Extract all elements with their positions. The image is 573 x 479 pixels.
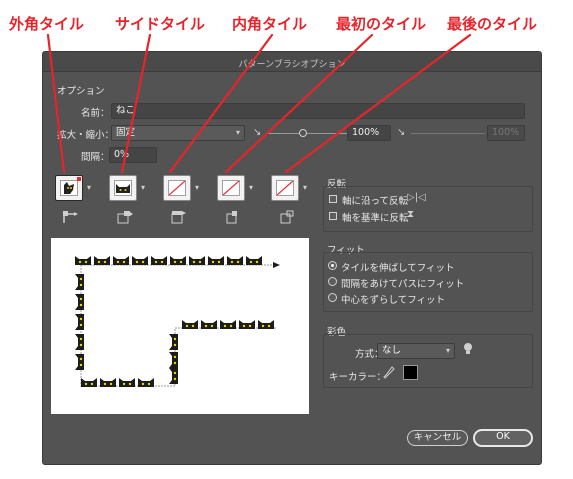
side-tile-swatch	[114, 180, 132, 196]
scale-mode-select[interactable]: 固定 ▾	[111, 125, 245, 141]
scale-slider-track[interactable]	[267, 133, 351, 134]
start-tile-icon	[226, 211, 237, 224]
side-tile-button[interactable]	[109, 175, 137, 201]
inner-corner-icon	[171, 211, 186, 224]
side-tile-dropdown[interactable]: ▾	[138, 175, 148, 201]
inner-corner-dropdown[interactable]: ▾	[192, 175, 202, 201]
cancel-button[interactable]: キャンセル	[407, 430, 468, 446]
none-slash-icon	[168, 180, 186, 196]
annotation-start-tile: 最初のタイル	[336, 15, 427, 33]
flip-along-checkbox[interactable]	[329, 195, 337, 203]
flip-along-icon: ▷|◁	[407, 192, 426, 203]
end-tile-icon	[280, 210, 294, 224]
outer-corner-tile-button[interactable]	[55, 175, 83, 201]
end-tile-dropdown[interactable]: ▾	[300, 175, 310, 201]
name-label: 名前：	[81, 108, 110, 119]
scale-max-percent-field: 100%	[487, 125, 525, 141]
flip-across-label: 軸を基準に反転	[342, 213, 409, 224]
start-tile-swatch	[222, 180, 240, 196]
scale-mode-value: 固定	[116, 127, 136, 138]
none-slash-icon	[276, 180, 294, 196]
options-header: オプション	[57, 86, 105, 97]
eyedropper-icon[interactable]	[383, 366, 395, 380]
fit-approximate-label: 中心をずらしてフィット	[341, 295, 446, 306]
method-value: なし	[382, 345, 402, 356]
fit-approximate-radio[interactable]	[328, 293, 337, 302]
end-tile-swatch	[276, 180, 294, 196]
scale-max-icon: ↘	[397, 127, 406, 138]
name-field[interactable]: ねこ	[111, 103, 525, 119]
chevron-down-icon: ▾	[235, 128, 240, 137]
start-tile-button[interactable]	[217, 175, 245, 201]
pattern-brush-dialog: パターンブラシオプション オプション 名前： ねこ 拡大・縮小： 固定 ▾ ↘ …	[42, 51, 542, 465]
cat-tile-icon	[64, 182, 74, 194]
outer-corner-icon	[63, 211, 78, 223]
dialog-title: パターンブラシオプション	[238, 60, 346, 70]
cat-tile-icon	[116, 184, 130, 193]
brush-preview	[51, 238, 309, 414]
outer-corner-dropdown[interactable]: ▾	[84, 175, 94, 201]
annotation-end-tile: 最後のタイル	[447, 15, 538, 33]
ok-button[interactable]: OK	[473, 429, 533, 447]
flip-across-icon: ⧗	[407, 209, 415, 220]
none-slash-icon	[222, 180, 240, 196]
fit-spacing-radio[interactable]	[328, 277, 337, 286]
fit-stretch-label: タイルを伸ばしてフィット	[341, 263, 455, 274]
inner-corner-tile-swatch	[168, 180, 186, 196]
flip-across-checkbox[interactable]	[329, 212, 337, 220]
outer-corner-tile-swatch	[60, 180, 78, 196]
preview-path-illustration	[75, 256, 280, 387]
key-color-label: キーカラー：	[329, 372, 387, 383]
start-tile-dropdown[interactable]: ▾	[246, 175, 256, 201]
inner-corner-tile-button[interactable]	[163, 175, 191, 201]
spacing-field[interactable]: 0%	[109, 147, 157, 163]
scale-max-slider-track	[411, 133, 485, 134]
scale-min-icon: ↘	[253, 127, 262, 138]
method-select[interactable]: なし ▾	[377, 343, 455, 359]
key-color-swatch[interactable]	[403, 365, 418, 380]
annotation-inner-corner: 内角タイル	[232, 15, 308, 33]
flip-along-label: 軸に沿って反転	[342, 196, 409, 207]
active-tile-marker	[77, 177, 81, 181]
fit-spacing-label: 間隔をあけてパスにフィット	[341, 279, 465, 290]
scale-percent-field[interactable]: 100%	[347, 125, 391, 141]
side-tile-icon	[117, 211, 133, 224]
annotation-side-tile: サイドタイル	[115, 15, 206, 33]
scale-slider-knob[interactable]	[299, 129, 307, 137]
tips-bulb-icon[interactable]	[463, 342, 473, 356]
dialog-titlebar[interactable]: パターンブラシオプション	[43, 52, 541, 72]
end-tile-button[interactable]	[271, 175, 299, 201]
fit-stretch-radio[interactable]	[328, 261, 337, 270]
scale-label: 拡大・縮小：	[57, 130, 115, 141]
annotation-outer-corner: 外角タイル	[9, 15, 85, 33]
spacing-label: 間隔：	[81, 152, 110, 163]
chevron-down-icon: ▾	[445, 346, 450, 355]
